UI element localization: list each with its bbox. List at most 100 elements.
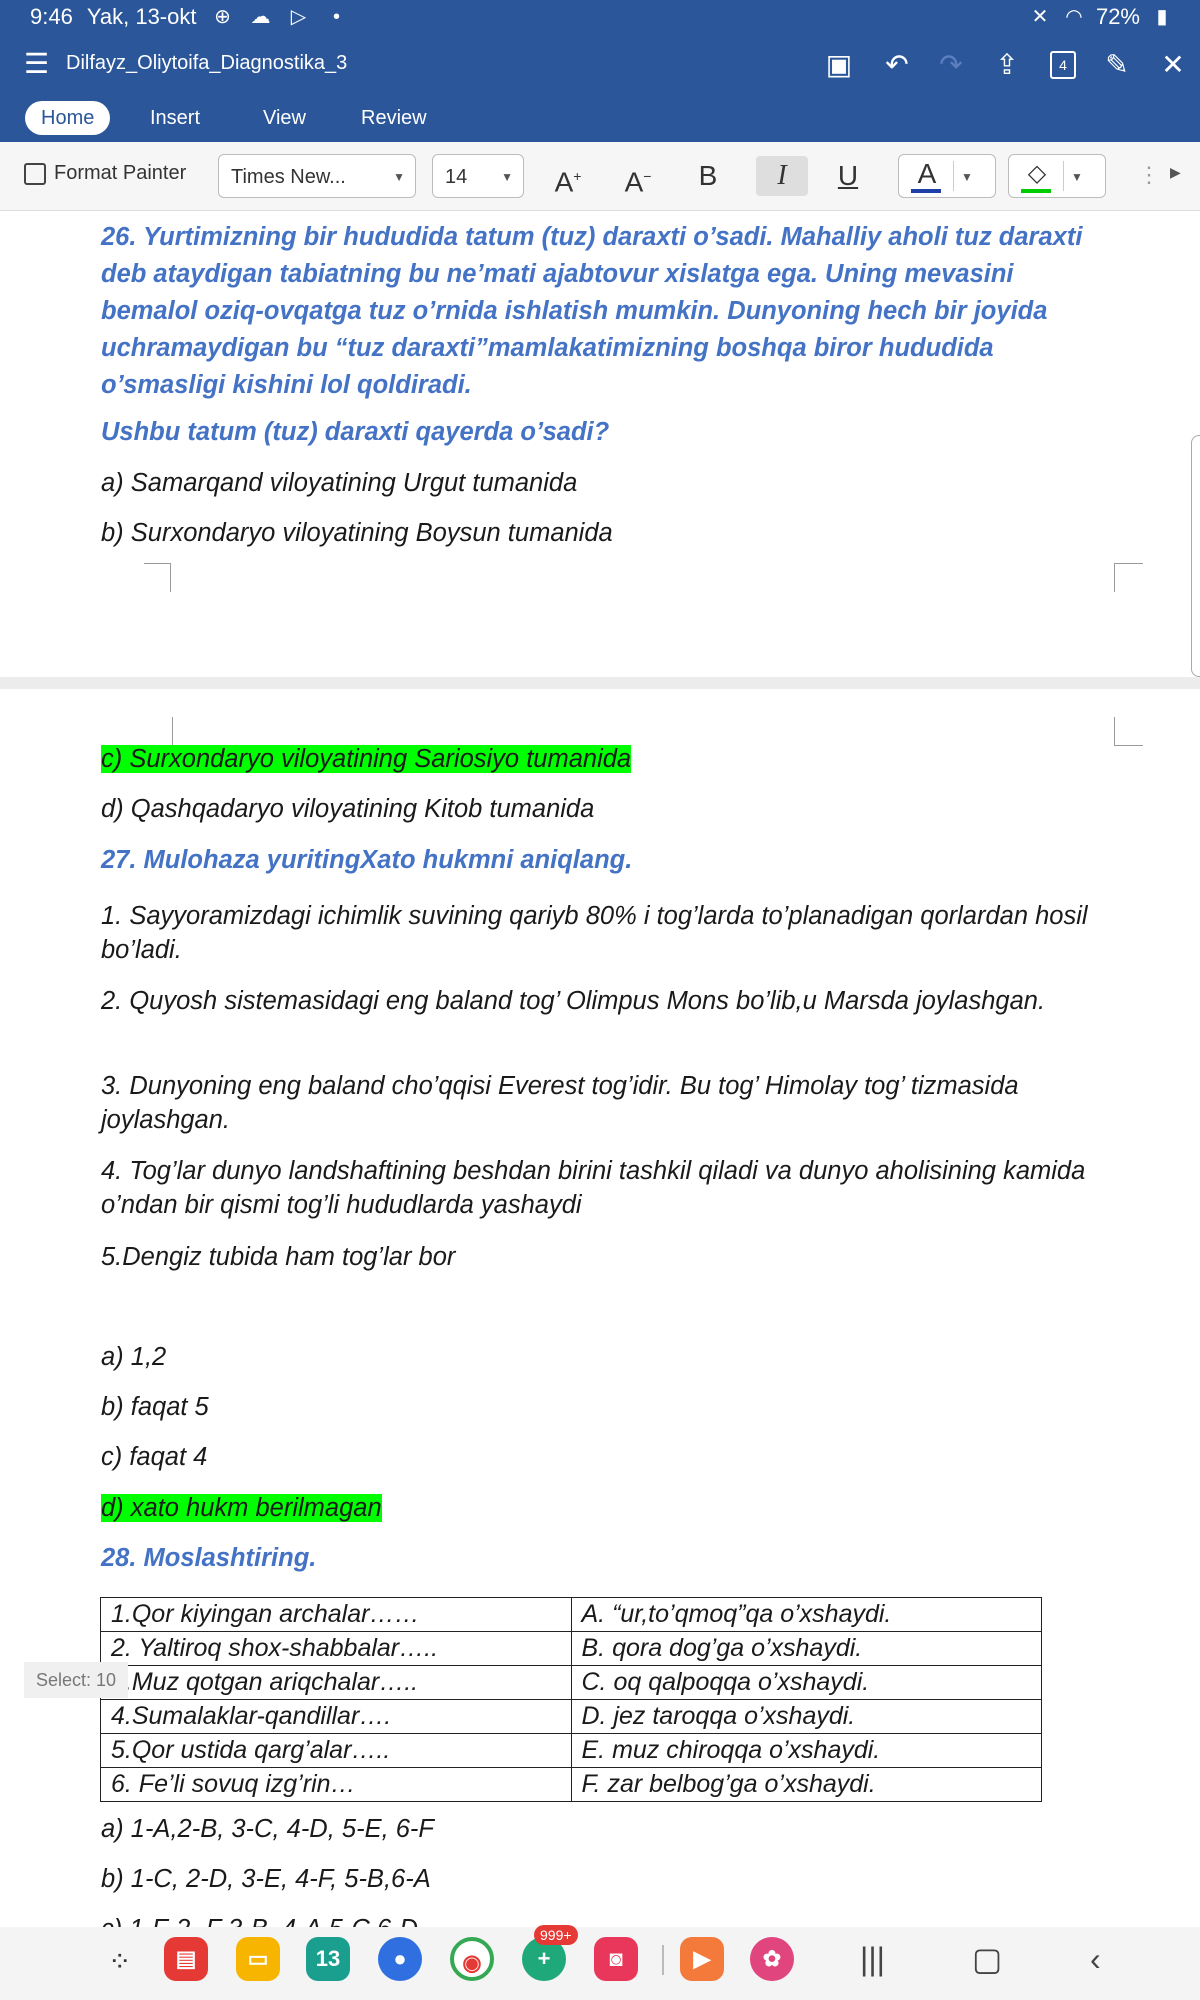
table-cell: 3.Muz qotgan ariqchalar….. [100, 1665, 572, 1700]
table-cell: 6. Fe’li sovuq izg’rin… [100, 1767, 572, 1802]
document-canvas[interactable]: 26. Yurtimizning bir hududida tatum (tuz… [0, 211, 1200, 1929]
save-icon[interactable]: ▣ [822, 48, 856, 82]
formatting-toolbar: Format Painter Times New... ▼ 14 ▼ A+ A−… [0, 142, 1200, 211]
answer-option: b) faqat 5 [101, 1393, 209, 1421]
mute-icon: ✕ [1031, 6, 1049, 28]
more-options-icon[interactable]: ⋮ [1138, 162, 1160, 188]
bold-icon[interactable]: B [688, 156, 728, 196]
statement-3: 3. Dunyoning eng baland cho’qqisi Everes… [101, 1072, 1019, 1134]
tab-insert[interactable]: Insert [134, 101, 216, 135]
notification-badge: 999+ [534, 1925, 578, 1945]
answer-option: d) Qashqadaryo viloyatining Kitob tumani… [101, 795, 595, 823]
table-row: 6. Fe’li sovuq izg’rin… F. zar belbog’ga… [100, 1767, 1042, 1802]
status-date: Yak, 13-okt [86, 4, 197, 29]
table-row: 1.Qor kiyingan archalar…… A. “ur,to’qmoq… [100, 1597, 1042, 1632]
chevron-down-icon: ▼ [501, 170, 513, 184]
highlighter-icon: ◇ [1027, 160, 1047, 187]
highlight-color-button[interactable]: ◇ ▼ [1008, 154, 1106, 198]
tab-review[interactable]: Review [345, 101, 443, 135]
camera-app-icon[interactable]: ◙ [594, 1937, 638, 1981]
recent-apps-icon[interactable]: ||| [860, 1941, 885, 1977]
title-bar: ☰ Dilfayz_Oliytoifa_Diagnostika_3 ▣ ↶ ↷ … [0, 36, 1200, 96]
table-cell: D. jez taroqqa o’xshaydi. [570, 1699, 1042, 1734]
video-app-icon[interactable]: ▶ [680, 1937, 724, 1981]
underline-icon[interactable]: U [828, 156, 868, 196]
decrease-font-icon[interactable]: A− [618, 156, 658, 197]
app-drawer-icon[interactable]: ⁘ [108, 1945, 133, 1978]
table-row: 2. Yaltiroq shox-shabbalar….. B. qora do… [100, 1631, 1042, 1666]
answer-option-highlighted: d) xato hukm berilmagan [101, 1490, 1101, 1527]
format-painter-label: Format Painter [54, 162, 187, 184]
page-break [0, 677, 1200, 689]
messages-app-icon[interactable]: ● [378, 1937, 422, 1981]
answer-option: b) Surxondaryo viloyatining Boysun tuman… [101, 519, 613, 547]
italic-icon[interactable]: I [756, 156, 808, 196]
share-icon[interactable]: ⇪ [990, 48, 1024, 82]
add-circle-icon: ⊕ [214, 6, 231, 28]
chevron-down-icon[interactable]: ▼ [961, 155, 973, 199]
table-row: 4.Sumalaklar-qandillar…. D. jez taroqqa … [100, 1699, 1042, 1734]
wifi-icon: ◠ [1065, 6, 1083, 28]
highlight-color-swatch [1021, 189, 1051, 193]
chrome-app-icon[interactable]: ◉ [450, 1937, 494, 1981]
play-store-icon: ▷ [290, 6, 307, 28]
table-cell: B. qora dog’ga o’xshaydi. [570, 1631, 1042, 1666]
question-27-title: 27. Mulohaza yuritingXato hukmni aniqlan… [101, 846, 633, 874]
increase-font-icon[interactable]: A+ [548, 156, 588, 197]
answer-option: b) 1-C, 2-D, 3-E, 4-F, 5-B,6-A [101, 1865, 431, 1893]
page-corner-mark [144, 563, 171, 592]
redo-icon[interactable]: ↷ [934, 48, 968, 82]
font-name-value: Times New... [231, 166, 346, 188]
expand-toolbar-icon[interactable]: ▶ [1170, 164, 1181, 181]
answer-option: a) 1-A,2-B, 3-C, 4-D, 5-E, 6-F [101, 1815, 434, 1843]
home-icon[interactable]: ▢ [972, 1941, 1002, 1977]
tab-view[interactable]: View [247, 101, 322, 135]
table-cell: A. “ur,to’qmoq”qa o’xshaydi. [570, 1597, 1042, 1632]
format-painter-icon [24, 162, 46, 185]
tab-home[interactable]: Home [25, 101, 111, 135]
battery-level: 72% [1095, 4, 1140, 29]
format-painter-button[interactable]: Format Painter [24, 162, 186, 185]
status-time: 9:46 [30, 4, 73, 29]
font-name-select[interactable]: Times New... ▼ [218, 154, 416, 198]
edit-pen-icon[interactable]: ✎ [1100, 48, 1134, 82]
files-app-icon[interactable]: ▭ [236, 1937, 280, 1981]
ribbon-tabs: Home Insert View Review [0, 96, 1200, 142]
highlighted-answer: c) Surxondaryo viloyatining Sariosiyo tu… [101, 745, 632, 773]
undo-icon[interactable]: ↶ [880, 48, 914, 82]
table-row: 5.Qor ustida qarg’alar….. E. muz chiroqq… [100, 1733, 1042, 1768]
statement-4: 4. Tog’lar dunyo landshaftining beshdan … [101, 1157, 1086, 1219]
question-26-prompt: Ushbu tatum (tuz) daraxti qayerda o’sadi… [101, 418, 610, 446]
battery-icon: ▮ [1156, 6, 1168, 28]
answer-option: c) faqat 4 [101, 1443, 208, 1471]
answer-option: a) 1,2 [101, 1343, 167, 1371]
status-bar: 9:46 Yak, 13-okt ⊕ ☁ ▷ • ✕ ◠ 72% ▮ [0, 0, 1200, 36]
document-title[interactable]: Dilfayz_Oliytoifa_Diagnostika_3 [66, 52, 347, 75]
table-cell: 2. Yaltiroq shox-shabbalar….. [100, 1631, 572, 1666]
statement-5: 5.Dengiz tubida ham tog’lar bor [101, 1243, 456, 1271]
menu-icon[interactable]: ☰ [24, 50, 52, 78]
chevron-down-icon: ▼ [393, 170, 405, 184]
font-color-icon: A [917, 158, 937, 189]
calendar-app-icon[interactable]: 13 [306, 1937, 350, 1981]
font-color-swatch [911, 189, 941, 193]
scrollbar-thumb[interactable] [1191, 435, 1200, 677]
table-cell: 4.Sumalaklar-qandillar…. [100, 1699, 572, 1734]
chevron-down-icon[interactable]: ▼ [1071, 155, 1083, 199]
table-row: 3.Muz qotgan ariqchalar….. C. oq qalpoqq… [100, 1665, 1042, 1700]
table-cell: E. muz chiroqqa o’xshaydi. [570, 1733, 1042, 1768]
selection-count: Select: 10 [24, 1662, 128, 1698]
font-size-select[interactable]: 14 ▼ [432, 154, 524, 198]
highlighted-answer: d) xato hukm berilmagan [101, 1494, 382, 1522]
close-icon[interactable]: ✕ [1156, 48, 1190, 82]
android-nav-bar: ⁘ ▤ ▭ 13 ● ◉ + 999+ ◙ ▶ ✿ ||| ▢ ‹ [0, 1925, 1200, 2000]
answer-option: a) Samarqand viloyatining Urgut tumanida [101, 469, 578, 497]
page-corner-mark [1114, 717, 1143, 746]
gallery-app-icon[interactable]: ✿ [750, 1937, 794, 1981]
font-size-value: 14 [445, 166, 468, 188]
font-color-button[interactable]: A ▼ [898, 154, 996, 198]
dot-icon: • [332, 6, 340, 28]
page-count-icon[interactable]: 4 [1050, 51, 1076, 79]
office-app-icon[interactable]: ▤ [164, 1937, 208, 1981]
back-icon[interactable]: ‹ [1090, 1941, 1101, 1977]
